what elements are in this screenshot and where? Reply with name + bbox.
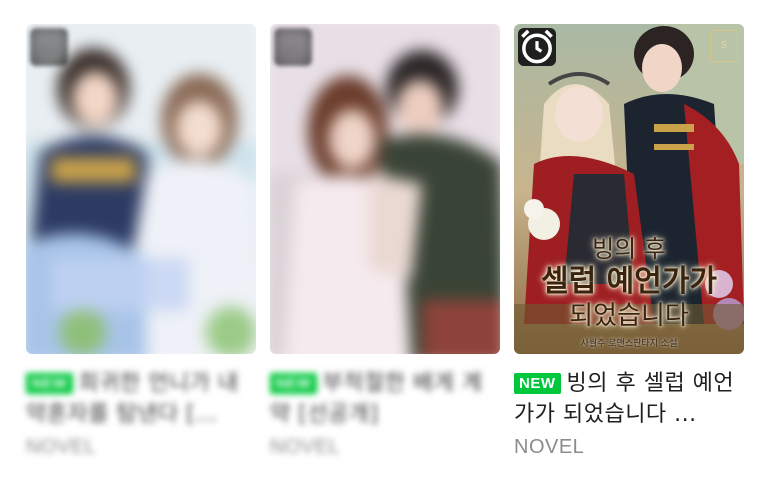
novel-card[interactable]: S 빙의 후 셀럽 예언가가 되었습니다 사월주 로맨스판타지 소설 NEW 빙의… <box>514 0 744 478</box>
novel-meta: NEW 빙의 후 셀럽 예언가가 되었습니다 ... NOVEL <box>514 368 744 459</box>
alarm-clock-icon <box>30 28 68 66</box>
new-badge: NEW <box>514 373 561 394</box>
publisher-logo: S <box>710 30 738 62</box>
alarm-clock-icon <box>274 28 312 66</box>
alarm-clock-icon <box>518 28 556 66</box>
cover-title-line: 셀럽 예언가가 <box>540 264 718 299</box>
novel-meta: NEW 부적절한 배게 계약 [선공개] NOVEL <box>270 368 500 459</box>
novel-grid: NEW 희귀한 언니가 내 약혼자를 탐낸다 [... NOVEL NEW 부적… <box>0 0 773 478</box>
novel-title[interactable]: NEW 빙의 후 셀럽 예언가가 되었습니다 ... <box>514 368 744 430</box>
new-badge: NEW <box>26 373 73 394</box>
novel-category: NOVEL <box>270 436 341 458</box>
novel-title[interactable]: NEW 희귀한 언니가 내 약혼자를 탐낸다 [... <box>26 368 256 430</box>
novel-meta: NEW 희귀한 언니가 내 약혼자를 탐낸다 [... NOVEL <box>26 368 256 459</box>
cover-title-line: 빙의 후 <box>592 235 666 263</box>
novel-card[interactable]: NEW 희귀한 언니가 내 약혼자를 탐낸다 [... NOVEL <box>26 0 256 478</box>
cover-title-art: 빙의 후 셀럽 예언가가 되었습니다 <box>514 234 744 332</box>
novel-title[interactable]: NEW 부적절한 배게 계약 [선공개] <box>270 368 500 430</box>
novel-card[interactable]: NEW 부적절한 배게 계약 [선공개] NOVEL <box>270 0 500 478</box>
cover-title-line: 되었습니다 <box>569 301 689 331</box>
novel-cover-image[interactable] <box>270 24 500 354</box>
new-badge: NEW <box>270 373 317 394</box>
novel-category: NOVEL <box>26 436 97 458</box>
cover-author: 사월주 로맨스판타지 소설 <box>580 339 678 349</box>
novel-cover-image[interactable] <box>26 24 256 354</box>
novel-cover-image[interactable]: S 빙의 후 셀럽 예언가가 되었습니다 사월주 로맨스판타지 소설 <box>514 24 744 354</box>
novel-category: NOVEL <box>514 436 585 458</box>
